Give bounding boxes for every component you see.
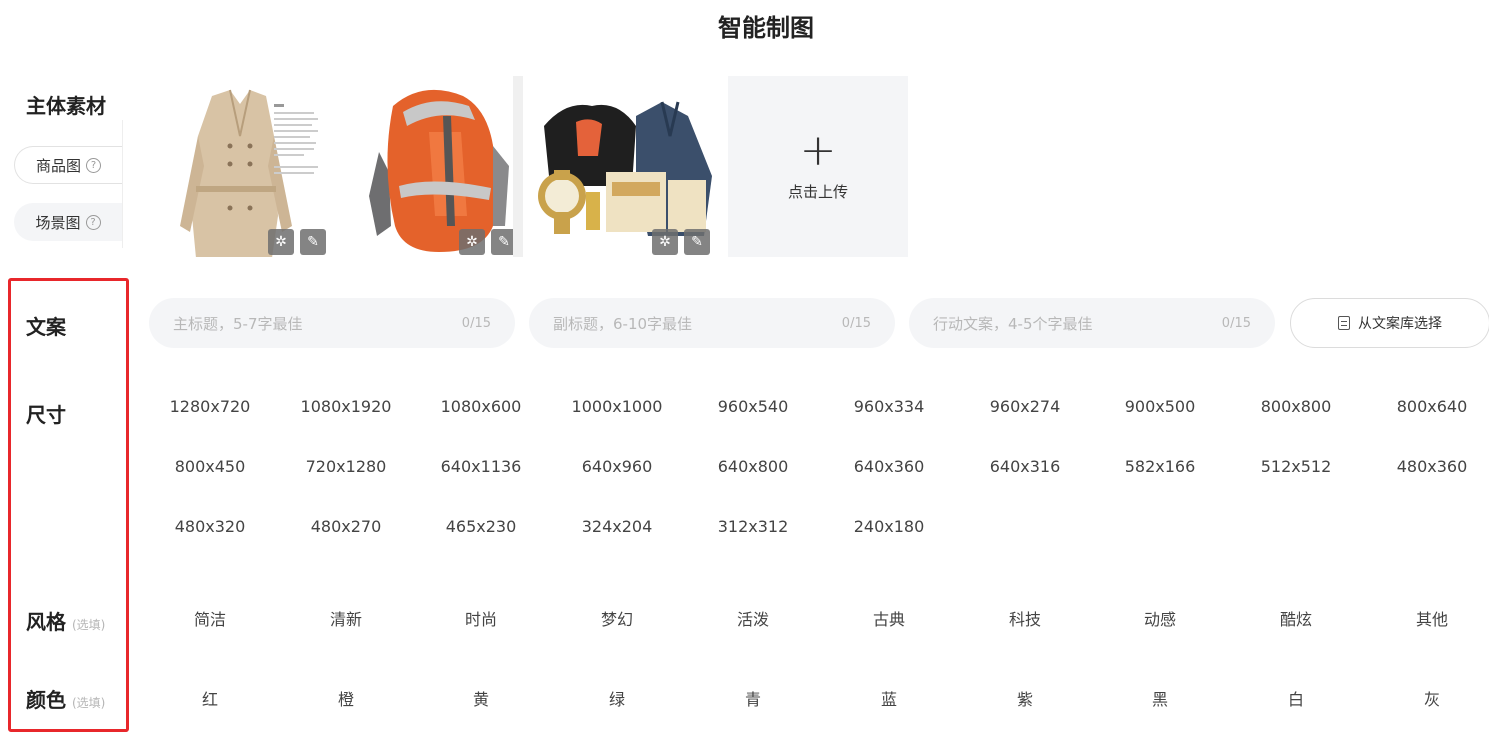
color-option[interactable]: 绿 (557, 686, 677, 710)
color-option[interactable]: 白 (1236, 686, 1356, 710)
color-optional-hint: (选填) (72, 696, 106, 710)
document-icon (1338, 316, 1350, 330)
style-optional-hint: (选填) (72, 618, 106, 632)
tab-product-image[interactable]: 商品图 ? (14, 146, 122, 184)
size-option[interactable]: 480x320 (150, 517, 270, 536)
color-option[interactable]: 青 (693, 686, 813, 710)
size-option[interactable]: 900x500 (1100, 397, 1220, 416)
size-option[interactable]: 582x166 (1100, 457, 1220, 476)
color-option[interactable]: 灰 (1372, 686, 1489, 710)
help-icon[interactable]: ? (86, 157, 101, 173)
color-option[interactable]: 黑 (1100, 686, 1220, 710)
style-option[interactable]: 酷炫 (1236, 606, 1356, 630)
pencil-icon[interactable]: ✎ (684, 229, 710, 255)
card-edge (513, 76, 523, 257)
size-option[interactable]: 640x360 (829, 457, 949, 476)
size-option[interactable]: 640x316 (965, 457, 1085, 476)
tab-scene-image[interactable]: 场景图 ? (14, 203, 122, 241)
size-option[interactable]: 960x334 (829, 397, 949, 416)
highlight-box (8, 278, 129, 732)
style-label: 风格 (选填) (26, 606, 105, 635)
tab-divider (122, 120, 123, 248)
style-option[interactable]: 时尚 (421, 606, 541, 630)
magic-wand-icon[interactable]: ✲ (459, 229, 485, 255)
style-option[interactable]: 动感 (1100, 606, 1220, 630)
product-thumbnail-combo[interactable]: ✲ ✎ (536, 76, 716, 257)
size-option[interactable]: 480x270 (286, 517, 406, 536)
size-option[interactable]: 480x360 (1372, 457, 1489, 476)
style-option[interactable]: 梦幻 (557, 606, 677, 630)
color-option[interactable]: 红 (150, 686, 270, 710)
size-option[interactable]: 312x312 (693, 517, 813, 536)
size-label: 尺寸 (26, 403, 66, 427)
style-option[interactable]: 清新 (286, 606, 406, 630)
tab-scene-image-label: 场景图 (35, 213, 81, 232)
product-thumbnail-trench-coat[interactable]: ✲ ✎ (150, 76, 330, 257)
size-option[interactable]: 800x640 (1372, 397, 1489, 416)
tab-product-image-label: 商品图 (35, 156, 81, 175)
color-option[interactable]: 紫 (965, 686, 1085, 710)
style-option[interactable]: 古典 (829, 606, 949, 630)
style-option[interactable]: 活泼 (693, 606, 813, 630)
copy-label: 文案 (26, 315, 66, 339)
color-label-text: 颜色 (26, 688, 66, 712)
style-label-text: 风格 (26, 610, 66, 634)
copy-library-label: 从文案库选择 (1358, 316, 1442, 332)
size-option[interactable]: 960x540 (693, 397, 813, 416)
size-option[interactable]: 960x274 (965, 397, 1085, 416)
color-label: 颜色 (选填) (26, 684, 105, 713)
size-option[interactable]: 1080x600 (421, 397, 541, 416)
size-option[interactable]: 800x800 (1236, 397, 1356, 416)
size-option[interactable]: 465x230 (421, 517, 541, 536)
magic-wand-icon[interactable]: ✲ (268, 229, 294, 255)
magic-wand-icon[interactable]: ✲ (652, 229, 678, 255)
color-option[interactable]: 橙 (286, 686, 406, 710)
size-option[interactable]: 640x960 (557, 457, 677, 476)
subtitle-placeholder: 副标题，6-10字最佳 (553, 314, 693, 333)
main-title-placeholder: 主标题，5-7字最佳 (173, 314, 303, 333)
size-option[interactable]: 1000x1000 (557, 397, 677, 416)
main-title-input[interactable]: 主标题，5-7字最佳 0/15 (149, 298, 515, 348)
action-copy-placeholder: 行动文案，4-5个字最佳 (933, 314, 1093, 333)
pencil-icon[interactable]: ✎ (300, 229, 326, 255)
size-option[interactable]: 240x180 (829, 517, 949, 536)
size-option[interactable]: 720x1280 (286, 457, 406, 476)
color-option[interactable]: 蓝 (829, 686, 949, 710)
action-copy-counter: 0/15 (1221, 315, 1251, 331)
copy-library-button[interactable]: 从文案库选择 (1290, 298, 1489, 348)
upload-label: 点击上传 (787, 183, 848, 201)
subtitle-counter: 0/15 (841, 315, 871, 331)
size-option[interactable]: 640x1136 (421, 457, 541, 476)
style-option[interactable]: 科技 (965, 606, 1085, 630)
upload-card[interactable]: + 点击上传 (728, 76, 908, 257)
plus-icon: + (799, 125, 837, 176)
size-option[interactable]: 800x450 (150, 457, 270, 476)
action-copy-input[interactable]: 行动文案，4-5个字最佳 0/15 (909, 298, 1275, 348)
size-option[interactable]: 1280x720 (150, 397, 270, 416)
product-thumbnail-backpack[interactable]: ✲ ✎ (343, 76, 523, 257)
subtitle-input[interactable]: 副标题，6-10字最佳 0/15 (529, 298, 895, 348)
size-option[interactable]: 324x204 (557, 517, 677, 536)
main-title-counter: 0/15 (461, 315, 491, 331)
size-option[interactable]: 1080x1920 (286, 397, 406, 416)
style-option[interactable]: 其他 (1372, 606, 1489, 630)
page-title: 智能制图 (718, 14, 814, 42)
help-icon[interactable]: ? (85, 214, 101, 230)
style-option[interactable]: 简洁 (150, 606, 270, 630)
size-option[interactable]: 512x512 (1236, 457, 1356, 476)
size-option[interactable]: 640x800 (693, 457, 813, 476)
materials-label: 主体素材 (26, 94, 106, 118)
color-option[interactable]: 黄 (421, 686, 541, 710)
